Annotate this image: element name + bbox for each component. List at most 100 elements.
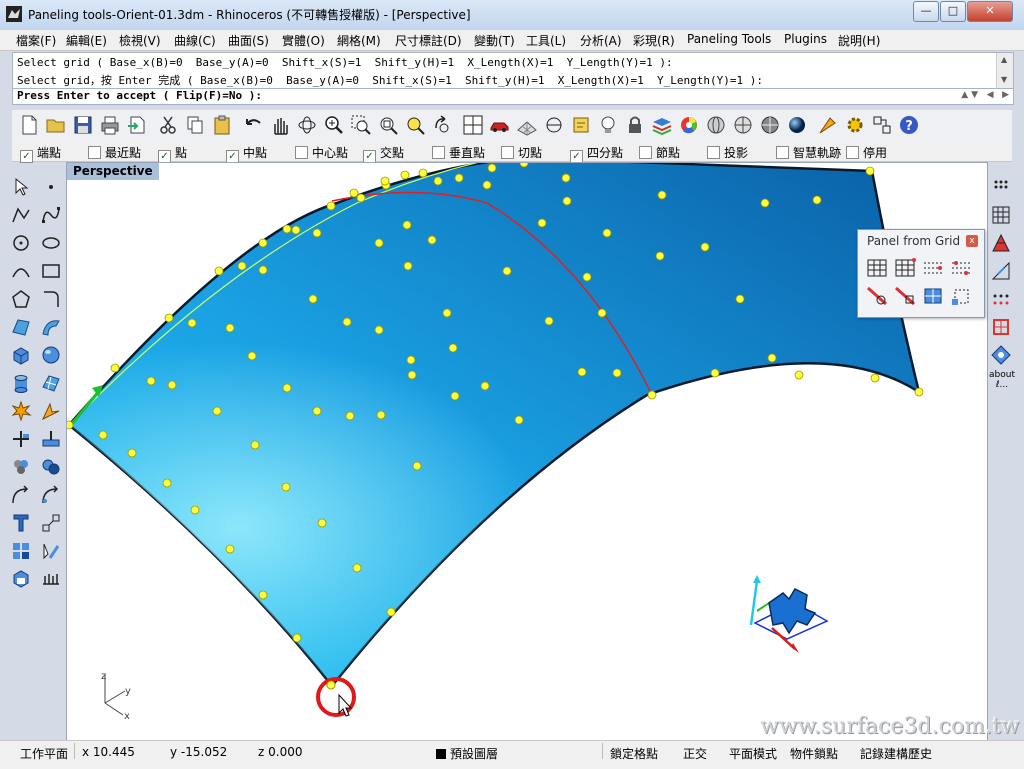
undo-view-icon[interactable] <box>431 114 453 136</box>
render-sphere-icon[interactable] <box>759 114 781 136</box>
panel-frame-icon[interactable] <box>950 286 972 306</box>
osnap-tan[interactable]: 切點 <box>501 144 542 161</box>
menu-plugins[interactable]: Plugins <box>784 32 827 46</box>
command-history-scrollbar[interactable]: ▲ ▼ <box>996 53 1013 89</box>
new-file-icon[interactable] <box>18 114 40 136</box>
grid-point[interactable] <box>612 368 622 378</box>
grid-point[interactable] <box>735 294 745 304</box>
osnap-checkbox[interactable] <box>707 146 720 159</box>
status-planar[interactable]: 平面模式 <box>729 745 777 762</box>
explode-icon[interactable] <box>10 400 32 422</box>
perspective-viewport[interactable]: z y x Perspective <box>66 162 988 742</box>
paneling-frame-icon[interactable] <box>990 316 1012 338</box>
osnap-perp[interactable]: 垂直點 <box>432 144 485 161</box>
box-icon[interactable] <box>10 344 32 366</box>
osnap-checkbox[interactable] <box>776 146 789 159</box>
paste-attrs-icon[interactable] <box>40 540 62 562</box>
block-icon[interactable] <box>10 540 32 562</box>
menu-dimension[interactable]: 尺寸標註(D) <box>395 32 462 49</box>
four-viewports-icon[interactable] <box>462 114 484 136</box>
osnap-checkbox[interactable] <box>295 146 308 159</box>
arc-icon[interactable] <box>10 260 32 282</box>
grid-point[interactable] <box>291 225 301 235</box>
panel-from-grid-toolbar[interactable]: Panel from Grid x <box>857 229 985 318</box>
osnap-checkbox[interactable] <box>432 146 445 159</box>
dimension-icon[interactable] <box>10 484 32 506</box>
grid-point[interactable] <box>544 316 554 326</box>
grid-point[interactable] <box>258 265 268 275</box>
osnap-end[interactable]: ✓ 端點 <box>20 144 61 163</box>
menu-solid[interactable]: 實體(O) <box>282 32 325 49</box>
grid-point[interactable] <box>312 228 322 238</box>
paneling-triangle-icon[interactable] <box>990 232 1012 254</box>
menu-mesh[interactable]: 網格(M) <box>337 32 381 49</box>
grid-point[interactable] <box>412 461 422 471</box>
menu-surface[interactable]: 曲面(S) <box>228 32 269 49</box>
grid-point[interactable] <box>250 440 260 450</box>
grid-point[interactable] <box>326 201 336 211</box>
grid-point[interactable] <box>282 383 292 393</box>
circle-icon[interactable] <box>10 232 32 254</box>
grid-point[interactable] <box>225 323 235 333</box>
menu-curve[interactable]: 曲線(C) <box>174 32 216 49</box>
grid-point[interactable] <box>162 478 172 488</box>
grid-point[interactable] <box>407 370 417 380</box>
grid-point[interactable] <box>657 190 667 200</box>
grid-point[interactable] <box>282 224 292 234</box>
car-render-icon[interactable] <box>489 114 511 136</box>
status-grid-snap[interactable]: 鎖定格點 <box>610 745 658 762</box>
polygon-icon[interactable] <box>10 288 32 310</box>
osnap-mid[interactable]: ✓ 中點 <box>226 144 267 163</box>
grid-point[interactable] <box>225 544 235 554</box>
layer-icon[interactable] <box>651 114 673 136</box>
zoom-extents-icon[interactable] <box>377 114 399 136</box>
panel-grid-icon[interactable] <box>866 258 888 278</box>
grid-point[interactable] <box>482 180 492 190</box>
select-arrow-icon[interactable] <box>10 176 32 198</box>
grid-point[interactable] <box>870 373 880 383</box>
grid-point[interactable] <box>647 390 657 400</box>
grid-point[interactable] <box>450 391 460 401</box>
paneling-shift-icon[interactable] <box>990 260 1012 282</box>
grid-point[interactable] <box>448 343 458 353</box>
panel-dashed-grid-icon[interactable] <box>922 258 944 278</box>
viewport-canvas[interactable]: z y x <box>67 163 987 741</box>
grid-point[interactable] <box>308 294 318 304</box>
status-cplane[interactable]: 工作平面 <box>20 745 68 762</box>
grid-point[interactable] <box>356 193 366 203</box>
panel-blue-grid-icon[interactable] <box>922 286 944 306</box>
lightbulb-icon[interactable] <box>597 114 619 136</box>
grid-point[interactable] <box>237 261 247 271</box>
osnap-knot[interactable]: 節點 <box>639 144 680 161</box>
paste-icon[interactable] <box>211 114 233 136</box>
status-history[interactable]: 記錄建構歷史 <box>860 745 932 762</box>
paneling-grid-2-icon[interactable] <box>990 204 1012 226</box>
options-gear-icon[interactable] <box>817 114 839 136</box>
render-preview-icon[interactable] <box>786 114 808 136</box>
cylinder-icon[interactable] <box>10 372 32 394</box>
transform-icon[interactable] <box>40 400 62 422</box>
array-icon[interactable] <box>40 512 62 534</box>
open-folder-icon[interactable] <box>45 114 67 136</box>
grid-point[interactable] <box>352 563 362 573</box>
rotate-view-icon[interactable] <box>296 114 318 136</box>
shade-icon[interactable] <box>705 114 727 136</box>
point-icon[interactable] <box>40 176 62 198</box>
group-icon[interactable] <box>10 456 32 478</box>
grid-point[interactable] <box>812 195 822 205</box>
grid-point[interactable] <box>146 376 156 386</box>
grid-point[interactable] <box>562 196 572 206</box>
grid-point[interactable] <box>312 406 322 416</box>
grid-point[interactable] <box>127 448 137 458</box>
grid-point[interactable] <box>514 415 524 425</box>
paneling-flower-icon[interactable] <box>990 344 1012 366</box>
osnap-center[interactable]: 中心點 <box>295 144 348 161</box>
object-snap-settings-icon[interactable] <box>871 114 893 136</box>
osnap-checkbox[interactable] <box>639 146 652 159</box>
grid-point[interactable] <box>597 308 607 318</box>
zoom-window-icon[interactable] <box>350 114 372 136</box>
grid-icon[interactable] <box>516 114 538 136</box>
save-icon[interactable] <box>72 114 94 136</box>
grid-point[interactable] <box>767 353 777 363</box>
surface-icon[interactable] <box>10 316 32 338</box>
